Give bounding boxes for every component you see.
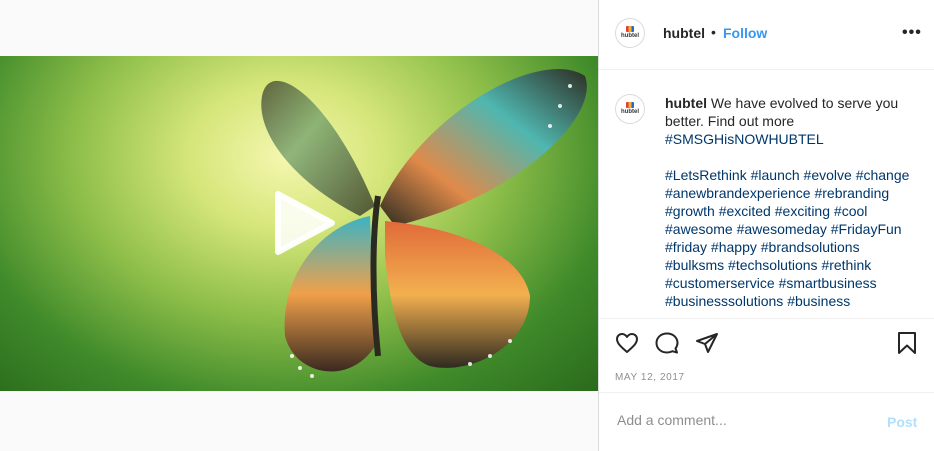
hashtag-link[interactable]: #bulksms (665, 257, 724, 273)
hashtag-link[interactable]: #customerservice (665, 275, 775, 291)
hashtag-link[interactable]: #change (856, 167, 910, 183)
hashtag-link[interactable]: #business (787, 293, 850, 309)
hashtag-link[interactable]: #LetsRethink (665, 167, 747, 183)
hashtag-link[interactable]: #rebranding (814, 185, 889, 201)
bookmark-icon[interactable] (895, 331, 919, 360)
caption-section: hubtel hubtel We have evolved to serve y… (599, 70, 934, 318)
hashtag-link[interactable]: #smartbusiness (779, 275, 877, 291)
hashtag-link[interactable]: #awesome (665, 221, 733, 237)
hashtag-link[interactable]: #exciting (775, 203, 830, 219)
hashtag-link[interactable]: #SMSGHisNOWHUBTEL (665, 131, 824, 147)
share-icon[interactable] (695, 331, 719, 360)
comment-bar: Post (599, 392, 934, 451)
hashtag-link[interactable]: #launch (751, 167, 800, 183)
hashtag-link[interactable]: #businesssolutions (665, 293, 783, 309)
caption-username[interactable]: hubtel (665, 95, 707, 111)
hashtag-link[interactable]: #excited (719, 203, 771, 219)
post-comment-button[interactable]: Post (887, 414, 917, 430)
hashtag-link[interactable]: #growth (665, 203, 715, 219)
brand-logo-icon (626, 26, 634, 32)
avatar[interactable]: hubtel (615, 18, 645, 48)
brand-logo-icon (626, 102, 634, 108)
hashtag-link[interactable]: #techsolutions (728, 257, 818, 273)
caption-avatar[interactable]: hubtel (615, 94, 645, 124)
hashtag-link[interactable]: #cool (834, 203, 867, 219)
post-sidebar: hubtel hubtel • Follow ••• hubtel hubtel… (598, 0, 934, 451)
post-header: hubtel hubtel • Follow ••• (599, 0, 934, 70)
post-date: MAY 12, 2017 (615, 372, 685, 383)
action-bar (599, 318, 934, 366)
separator-dot: • (711, 24, 716, 40)
video-player[interactable] (0, 56, 598, 391)
comment-icon[interactable] (655, 331, 679, 360)
comment-input[interactable] (615, 411, 869, 429)
hashtag-link[interactable]: #evolve (804, 167, 852, 183)
follow-button[interactable]: Follow (723, 25, 767, 41)
avatar-brand-text: hubtel (621, 33, 639, 39)
heart-icon[interactable] (615, 331, 639, 360)
hashtag-link[interactable]: #brandsolutions (761, 239, 860, 255)
caption-text: hubtel We have evolved to serve you bett… (665, 94, 921, 310)
hashtag-link[interactable]: #happy (711, 239, 757, 255)
play-icon[interactable] (270, 188, 340, 258)
more-options-icon[interactable]: ••• (902, 24, 922, 42)
avatar-brand-text: hubtel (621, 109, 639, 115)
hashtag-link[interactable]: #friday (665, 239, 707, 255)
hashtag-list: #LetsRethink #launch #evolve #change #an… (665, 167, 909, 309)
hashtag-link[interactable]: #rethink (821, 257, 871, 273)
hashtag-link[interactable]: #awesomeday (737, 221, 827, 237)
hashtag-link[interactable]: #FridayFun (831, 221, 902, 237)
hashtag-link[interactable]: #anewbrandexperience (665, 185, 811, 201)
username-link[interactable]: hubtel (663, 25, 705, 41)
post-media (0, 0, 598, 451)
